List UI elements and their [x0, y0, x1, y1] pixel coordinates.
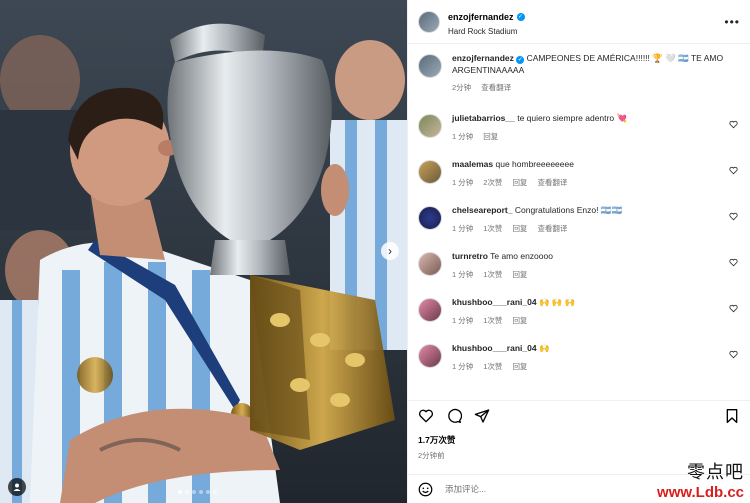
avatar[interactable]: [418, 252, 442, 276]
post-media[interactable]: ›: [0, 0, 407, 503]
carousel-dot: [199, 490, 203, 494]
next-image-button[interactable]: ›: [381, 242, 399, 260]
heart-icon[interactable]: [729, 258, 738, 267]
comment-text: Te amo enzoooo: [490, 251, 553, 261]
comment-likes[interactable]: 2次赞: [483, 177, 502, 188]
watermark-cn: 零点吧: [687, 462, 744, 483]
carousel-dot: [192, 490, 196, 494]
post-photo: [0, 0, 407, 503]
comment-row: khushboo___rani_04 🙌 1 分钟 1次赞 回复: [418, 342, 740, 388]
post-side-panel: enzojfernandez ✓ Hard Rock Stadium ••• e…: [407, 0, 750, 503]
carousel-dot: [206, 490, 210, 494]
comment-text: Congratulations Enzo! 🇦🇷🇦🇷: [514, 205, 623, 215]
reply-link[interactable]: 回复: [512, 361, 527, 372]
comment-username[interactable]: maalemas: [452, 159, 493, 169]
comment-row: chelseareport_ Congratulations Enzo! 🇦🇷🇦…: [418, 204, 740, 250]
caption-translate-link[interactable]: 查看翻译: [481, 82, 511, 93]
reply-link[interactable]: 回复: [512, 223, 527, 234]
posted-time: 2分钟前: [418, 451, 445, 460]
translate-link[interactable]: 查看翻译: [537, 223, 567, 234]
more-horizontal-icon[interactable]: •••: [724, 15, 740, 29]
comment-text: te quiero siempre adentro 💘: [517, 113, 628, 123]
carousel-dots: [178, 490, 217, 494]
comment-username[interactable]: khushboo___rani_04: [452, 297, 537, 307]
carousel-dot: [185, 490, 189, 494]
reply-link[interactable]: 回复: [483, 131, 498, 142]
watermark: 零点吧 www.Ldb.cc: [657, 458, 744, 501]
comment-text: que hombreeeeeeee: [495, 159, 574, 169]
comment-username[interactable]: chelseareport_: [452, 205, 512, 215]
comment-text: 🙌 🙌 🙌: [538, 297, 576, 307]
likes-count[interactable]: 1.7万次赞: [418, 434, 455, 446]
tagged-users-button[interactable]: [8, 478, 26, 496]
chevron-right-icon: ›: [388, 244, 392, 258]
comment-likes[interactable]: 1次赞: [483, 315, 502, 326]
comment-row: khushboo___rani_04 🙌 🙌 🙌 1 分钟 1次赞 回复: [418, 296, 740, 342]
comment-time: 1 分钟: [452, 362, 474, 371]
caption: enzojfernandez ✓ CAMPEONES DE AMÉRICA!!!…: [418, 52, 740, 108]
comment-time: 1 分钟: [452, 132, 474, 141]
comment-row: julietabarrios__ te quiero siempre adent…: [418, 112, 740, 158]
avatar[interactable]: [418, 114, 442, 138]
post-location[interactable]: Hard Rock Stadium: [448, 27, 724, 36]
comment-likes[interactable]: 1次赞: [483, 269, 502, 280]
verified-badge-icon: ✓: [516, 13, 525, 21]
verified-badge-icon: ✓: [516, 56, 525, 64]
avatar[interactable]: [418, 54, 442, 78]
comments-list: enzojfernandez ✓ CAMPEONES DE AMÉRICA!!!…: [408, 52, 750, 396]
comment-time: 1 分钟: [452, 178, 474, 187]
comment-username[interactable]: julietabarrios__: [452, 113, 515, 123]
heart-icon[interactable]: [729, 304, 738, 313]
comment-time: 1 分钟: [452, 270, 474, 279]
bookmark-icon[interactable]: [724, 408, 740, 424]
share-send-icon[interactable]: [474, 408, 490, 424]
reply-link[interactable]: 回复: [512, 177, 527, 188]
post-actions: [408, 400, 750, 430]
avatar[interactable]: [418, 344, 442, 368]
carousel-dot: [178, 490, 182, 494]
comment-time: 1 分钟: [452, 224, 474, 233]
caption-username[interactable]: enzojfernandez: [452, 53, 514, 63]
add-comment-input[interactable]: [445, 484, 645, 494]
comment-username[interactable]: turnretro: [452, 251, 488, 261]
avatar[interactable]: [418, 10, 440, 33]
heart-icon[interactable]: [729, 212, 738, 221]
caption-time: 2分钟: [452, 83, 472, 92]
heart-icon[interactable]: [729, 350, 738, 359]
reply-link[interactable]: 回复: [512, 315, 527, 326]
avatar[interactable]: [418, 298, 442, 322]
user-icon: [13, 483, 21, 491]
comment-row: turnretro Te amo enzoooo 1 分钟 1次赞 回复: [418, 250, 740, 296]
reply-link[interactable]: 回复: [512, 269, 527, 280]
heart-icon[interactable]: [729, 120, 738, 129]
comment-text: 🙌: [538, 343, 550, 353]
comment-likes[interactable]: 1次赞: [483, 361, 502, 372]
emoji-icon[interactable]: [418, 482, 433, 497]
avatar[interactable]: [418, 206, 442, 230]
watermark-url: www.Ldb.cc: [657, 484, 744, 501]
comment-row: maalemas que hombreeeeeeee 1 分钟 2次赞 回复 查…: [418, 158, 740, 204]
post-header: enzojfernandez ✓ Hard Rock Stadium •••: [408, 0, 750, 44]
post-username[interactable]: enzojfernandez: [448, 12, 514, 22]
like-heart-icon[interactable]: [418, 408, 434, 424]
comment-bubble-icon[interactable]: [446, 408, 462, 424]
comment-username[interactable]: khushboo___rani_04: [452, 343, 537, 353]
avatar[interactable]: [418, 160, 442, 184]
translate-link[interactable]: 查看翻译: [537, 177, 567, 188]
comment-time: 1 分钟: [452, 316, 474, 325]
heart-icon[interactable]: [729, 166, 738, 175]
carousel-dot: [213, 490, 217, 494]
comment-likes[interactable]: 1次赞: [483, 223, 502, 234]
